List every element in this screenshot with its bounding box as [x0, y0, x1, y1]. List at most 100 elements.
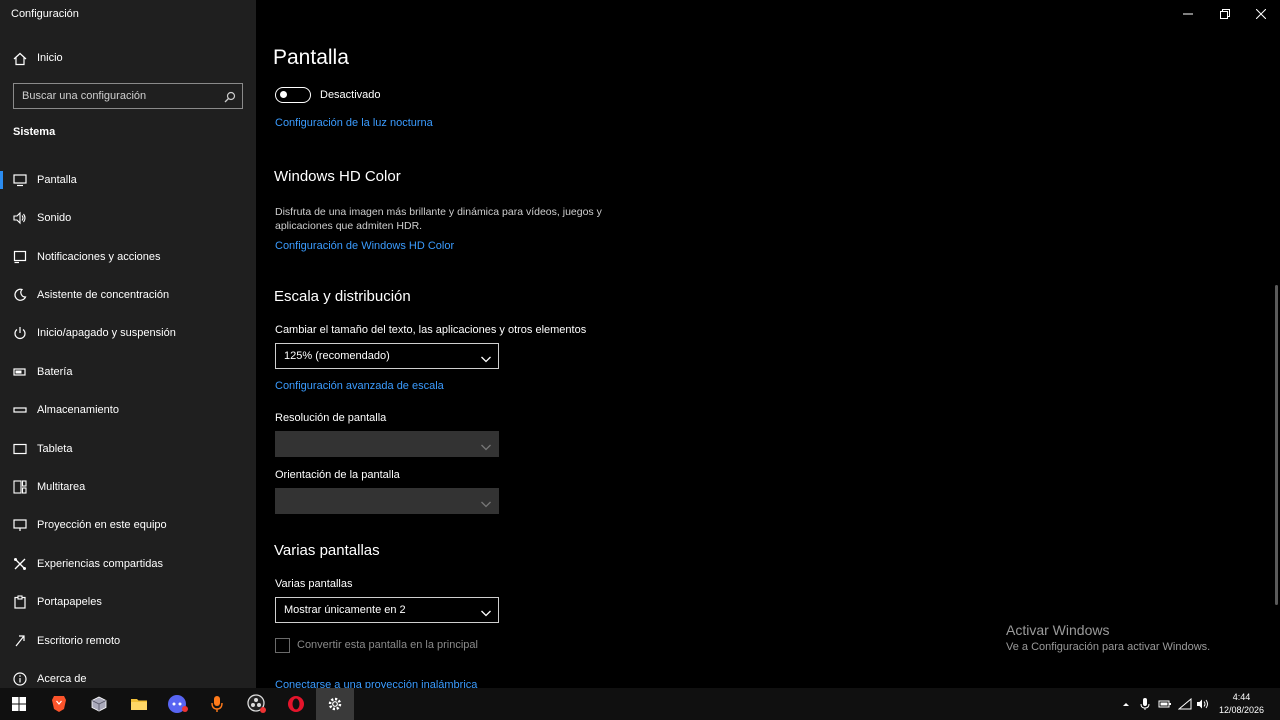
shared-experience-icon [12, 556, 28, 572]
projection-icon [12, 517, 28, 533]
tray-battery-plug-icon[interactable] [1158, 697, 1172, 711]
scale-size-label: Cambiar el tamaño del texto, las aplicac… [275, 324, 587, 336]
advanced-scale-link[interactable]: Configuración avanzada de escala [275, 380, 444, 392]
orientation-dropdown[interactable] [275, 488, 499, 514]
window-title: Configuración [11, 8, 79, 20]
chevron-down-icon [480, 605, 492, 617]
windows-start-icon[interactable] [0, 688, 38, 720]
sidebar-home[interactable]: Inicio [0, 46, 256, 72]
sidebar-item-label: Batería [37, 366, 73, 378]
moon-icon [12, 287, 28, 303]
virtualbox-icon[interactable] [80, 688, 118, 720]
brave-browser-icon[interactable] [40, 688, 78, 720]
battery-icon [12, 364, 28, 380]
activation-watermark-subtitle: Ve a Configuración para activar Windows. [1006, 641, 1211, 653]
scale-heading: Escala y distribución [274, 288, 411, 305]
hd-color-heading: Windows HD Color [274, 168, 401, 185]
sidebar-section-title: Sistema [13, 126, 56, 138]
restore-button[interactable] [1205, 0, 1245, 28]
sidebar-item-concentracion[interactable]: Asistente de concentración [0, 280, 256, 310]
tray-microphone-icon[interactable] [1138, 697, 1152, 711]
hd-color-settings-link[interactable]: Configuración de Windows HD Color [275, 240, 454, 252]
scale-dropdown[interactable]: 125% (recomendado) [275, 343, 499, 369]
sidebar-item-label: Sonido [37, 212, 72, 224]
sidebar-item-label: Escritorio remoto [37, 635, 121, 647]
sidebar-item-pantalla[interactable]: Pantalla [0, 165, 256, 195]
storage-icon [12, 402, 28, 418]
sidebar-item-sonido[interactable]: Sonido [0, 203, 256, 233]
taskbar: 4:44 12/08/2026 [0, 688, 1280, 720]
content-scrollbar[interactable] [1275, 285, 1278, 605]
resolution-dropdown[interactable] [275, 431, 499, 457]
chevron-down-icon [480, 439, 492, 451]
sidebar-item-label: Pantalla [37, 174, 77, 186]
sidebar-home-label: Inicio [37, 52, 63, 64]
sidebar-item-label: Almacenamiento [37, 404, 119, 416]
night-light-toggle[interactable] [275, 87, 311, 103]
sidebar-item-experiencias[interactable]: Experiencias compartidas [0, 549, 256, 579]
home-icon [12, 51, 28, 67]
sidebar-item-bateria[interactable]: Batería [0, 357, 256, 387]
sidebar-item-proyeccion[interactable]: Proyección en este equipo [0, 510, 256, 540]
night-light-toggle-label: Desactivado [320, 89, 381, 101]
clock-date: 12/08/2026 [1218, 705, 1264, 715]
info-icon [12, 671, 28, 687]
sidebar-item-multitarea[interactable]: Multitarea [0, 472, 256, 502]
sidebar-item-acerca-de[interactable]: Acerca de [0, 664, 256, 688]
orientation-label: Orientación de la pantalla [275, 469, 400, 481]
content-pane: Pantalla Desactivado Configuración de la… [256, 0, 1280, 688]
notification-icon [12, 249, 28, 265]
tray-chevron-up-icon[interactable] [1119, 697, 1133, 711]
main-display-checkbox-label: Convertir esta pantalla en la principal [297, 639, 478, 651]
clock-time: 4:44 [1232, 692, 1251, 702]
multi-display-dropdown[interactable]: Mostrar únicamente en 2 [275, 597, 499, 623]
sidebar-item-notificaciones[interactable]: Notificaciones y acciones [0, 242, 256, 272]
settings-window: Configuración Inicio Sistema Pantalla S [0, 0, 1280, 720]
remote-desktop-icon [12, 633, 28, 649]
sidebar-item-label: Asistente de concentración [37, 289, 170, 301]
sidebar-item-label: Proyección en este equipo [37, 519, 167, 531]
restore-icon [1220, 9, 1230, 19]
sidebar-item-tableta[interactable]: Tableta [0, 434, 256, 464]
taskbar-clock[interactable]: 4:44 12/08/2026 [1219, 691, 1264, 717]
sidebar-item-label: Acerca de [37, 673, 87, 685]
minimize-icon [1183, 13, 1193, 15]
main-display-checkbox[interactable] [275, 638, 290, 653]
sidebar-item-label: Portapapeles [37, 596, 102, 608]
sidebar-item-label: Experiencias compartidas [37, 558, 163, 570]
sidebar-item-label: Multitarea [37, 481, 86, 493]
multitask-icon [12, 479, 28, 495]
search-box[interactable] [13, 83, 243, 109]
night-light-settings-link[interactable]: Configuración de la luz nocturna [275, 117, 433, 129]
obs-icon[interactable] [238, 688, 276, 720]
close-button[interactable] [1241, 0, 1280, 28]
power-icon [12, 325, 28, 341]
microphone-recorder-icon[interactable] [198, 688, 236, 720]
sidebar-item-almacenamiento[interactable]: Almacenamiento [0, 395, 256, 425]
tablet-icon [12, 441, 28, 457]
speaker-icon [12, 210, 28, 226]
activation-watermark-title: Activar Windows [1006, 622, 1110, 638]
chevron-down-icon [480, 496, 492, 508]
minimize-button[interactable] [1168, 0, 1208, 28]
sidebar-item-label: Tableta [37, 443, 73, 455]
sidebar-item-escritorio-remoto[interactable]: Escritorio remoto [0, 626, 256, 656]
settings-gear-icon[interactable] [316, 688, 354, 720]
search-input[interactable] [14, 84, 214, 108]
monitor-icon [12, 172, 28, 188]
multi-display-heading: Varias pantallas [274, 542, 380, 559]
multi-display-dropdown-value: Mostrar únicamente en 2 [284, 604, 406, 616]
tray-volume-icon[interactable] [1196, 697, 1210, 711]
sidebar-item-energia[interactable]: Inicio/apagado y suspensión [0, 318, 256, 348]
page-title: Pantalla [273, 46, 349, 69]
opera-icon[interactable] [277, 688, 315, 720]
wireless-projection-link[interactable]: Conectarse a una proyección inalámbrica [275, 679, 477, 688]
scale-dropdown-value: 125% (recomendado) [284, 350, 390, 362]
tray-network-icon[interactable] [1178, 697, 1192, 711]
file-explorer-icon[interactable] [120, 688, 158, 720]
sidebar-item-portapapeles[interactable]: Portapapeles [0, 587, 256, 617]
resolution-label: Resolución de pantalla [275, 412, 387, 424]
search-icon[interactable] [224, 90, 236, 103]
clipboard-icon [12, 594, 28, 610]
discord-icon[interactable] [159, 688, 197, 720]
